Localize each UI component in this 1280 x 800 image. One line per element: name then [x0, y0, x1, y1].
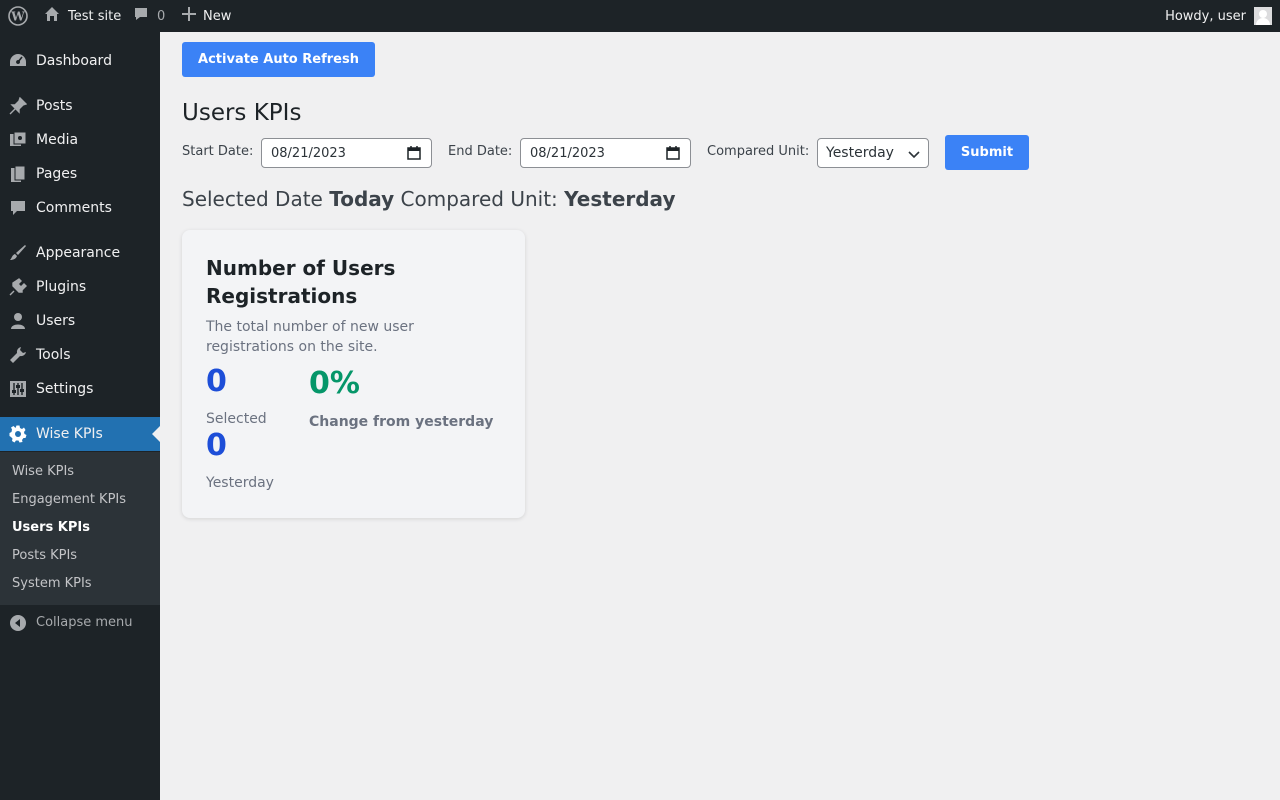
user-icon — [8, 312, 28, 330]
selected-summary: Selected Date Today Compared Unit: Yeste… — [182, 187, 675, 211]
submenu-item-wise-kpis[interactable]: Wise KPIs — [12, 463, 74, 481]
start-date-label: Start Date: — [182, 144, 254, 159]
selected-label: Selected — [206, 411, 267, 427]
plug-icon — [8, 278, 28, 296]
chevron-down-icon — [908, 148, 920, 159]
admin-sidebar: Dashboard Posts Media Pages Comments App… — [0, 32, 160, 800]
end-date-label: End Date: — [448, 144, 513, 159]
sidebar-item-users[interactable]: Users — [0, 304, 160, 338]
submenu-item-users-kpis[interactable]: Users KPIs — [12, 519, 90, 537]
comments-link[interactable]: 0 — [133, 0, 165, 32]
compared-unit-summary: Yesterday — [564, 187, 676, 211]
site-name: Test site — [68, 8, 122, 24]
sidebar-item-wise-kpis[interactable]: Wise KPIs — [0, 417, 160, 451]
howdy-text: Howdy, user — [1165, 8, 1246, 24]
collapse-menu-button[interactable]: Collapse menu — [0, 606, 160, 640]
end-date-input[interactable]: 08/21/2023 — [520, 138, 691, 168]
selected-date-prefix: Selected Date — [182, 187, 323, 211]
kpi-card: Number of Users Registrations The total … — [182, 230, 525, 518]
sidebar-item-media[interactable]: Media — [0, 123, 160, 157]
compared-unit-value: Yesterday — [826, 145, 894, 161]
kpi-card-title: Number of Users Registrations — [206, 256, 396, 308]
main-content: Activate Auto Refresh Users KPIs Start D… — [160, 32, 1280, 800]
selected-date-value: Today — [329, 187, 395, 211]
sidebar-item-pages[interactable]: Pages — [0, 157, 160, 191]
new-content-link[interactable]: New — [182, 0, 231, 32]
start-date-value: 08/21/2023 — [271, 145, 346, 161]
home-icon — [44, 6, 60, 26]
sidebar-item-plugins[interactable]: Plugins — [0, 270, 160, 304]
submit-button[interactable]: Submit — [945, 135, 1029, 170]
admin-bar: W Test site 0 New Howdy, user — [0, 0, 1280, 32]
sliders-icon — [8, 380, 28, 398]
comment-bubble-icon — [133, 6, 149, 26]
compared-unit-prefix: Compared Unit: — [400, 187, 558, 211]
yesterday-value: 0 — [206, 428, 227, 463]
calendar-icon[interactable] — [666, 146, 680, 160]
comments-count: 0 — [157, 8, 166, 24]
wrench-icon — [8, 346, 28, 364]
sidebar-item-dashboard[interactable]: Dashboard — [0, 44, 160, 78]
media-icon — [8, 131, 28, 149]
submenu-item-system-kpis[interactable]: System KPIs — [12, 575, 92, 593]
compared-unit-select[interactable]: Yesterday — [817, 138, 929, 168]
comment-icon — [8, 199, 28, 217]
change-label: Change from yesterday — [309, 414, 494, 430]
sidebar-item-settings[interactable]: Settings — [0, 372, 160, 406]
dashboard-icon — [8, 52, 28, 70]
yesterday-label: Yesterday — [206, 475, 274, 491]
brush-icon — [8, 244, 28, 262]
pages-icon — [8, 165, 28, 183]
start-date-input[interactable]: 08/21/2023 — [261, 138, 432, 168]
collapse-arrow-icon — [9, 614, 27, 632]
sidebar-item-appearance[interactable]: Appearance — [0, 236, 160, 270]
calendar-icon[interactable] — [407, 146, 421, 160]
compared-unit-label: Compared Unit: — [707, 144, 810, 159]
submenu-item-engagement-kpis[interactable]: Engagement KPIs — [12, 491, 126, 509]
end-date-value: 08/21/2023 — [530, 145, 605, 161]
sidebar-item-tools[interactable]: Tools — [0, 338, 160, 372]
avatar — [1254, 7, 1272, 25]
account-menu[interactable]: Howdy, user — [1165, 0, 1272, 32]
sidebar-item-posts[interactable]: Posts — [0, 89, 160, 123]
new-label: New — [203, 8, 232, 24]
page-title: Users KPIs — [182, 100, 302, 126]
submenu-item-posts-kpis[interactable]: Posts KPIs — [12, 547, 77, 565]
site-link[interactable]: Test site — [44, 0, 121, 32]
selected-value: 0 — [206, 364, 227, 399]
svg-text:W: W — [10, 10, 25, 24]
sidebar-item-comments[interactable]: Comments — [0, 191, 160, 225]
plus-icon — [182, 7, 196, 25]
gear-icon — [8, 425, 28, 443]
activate-auto-refresh-button[interactable]: Activate Auto Refresh — [182, 42, 375, 77]
change-percentage: 0% — [309, 366, 360, 401]
wise-kpis-submenu: Wise KPIs Engagement KPIs Users KPIs Pos… — [0, 452, 160, 605]
pin-icon — [8, 97, 28, 115]
wordpress-logo-icon[interactable]: W — [6, 0, 30, 32]
kpi-card-description: The total number of new user registratio… — [206, 319, 414, 355]
